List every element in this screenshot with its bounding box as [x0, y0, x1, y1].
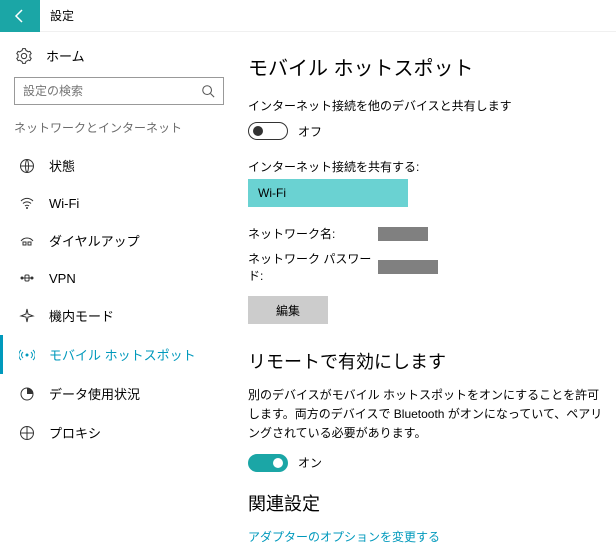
sidebar-item-wifi[interactable]: Wi-Fi — [0, 185, 238, 221]
main-content: モバイル ホットスポット インターネット接続を他のデバイスと共有します オフ イ… — [238, 32, 616, 551]
sidebar-item-vpn[interactable]: VPN — [0, 260, 238, 296]
sidebar-item-airplane[interactable]: 機内モード — [0, 296, 238, 335]
network-password-label: ネットワーク パスワード: — [248, 250, 378, 284]
home-button[interactable]: ホーム — [0, 46, 238, 77]
airplane-icon — [17, 308, 37, 324]
sidebar-item-hotspot[interactable]: モバイル ホットスポット — [0, 335, 238, 374]
sidebar-item-proxy[interactable]: プロキシ — [0, 413, 238, 452]
sidebar-item-label: Wi-Fi — [49, 196, 79, 211]
share-from-select[interactable]: Wi-Fi — [248, 179, 408, 207]
sidebar-item-label: プロキシ — [49, 423, 101, 442]
section-label: ネットワークとインターネット — [0, 119, 238, 146]
network-name-label: ネットワーク名: — [248, 225, 378, 242]
sidebar: ホーム ネットワークとインターネット 状態 Wi-Fi ダイヤルアップ VPN — [0, 32, 238, 551]
window-title: 設定 — [50, 7, 74, 24]
wifi-icon — [17, 195, 37, 211]
link-adapter-options[interactable]: アダプターのオプションを変更する — [248, 528, 606, 545]
back-button[interactable] — [0, 0, 40, 32]
remote-toggle[interactable] — [248, 454, 288, 472]
arrow-left-icon — [12, 8, 28, 24]
sidebar-item-label: 状態 — [49, 156, 75, 175]
gear-icon — [14, 48, 34, 64]
sidebar-item-label: データ使用状況 — [49, 384, 140, 403]
search-input-wrap[interactable] — [14, 77, 224, 105]
search-input[interactable] — [23, 84, 201, 98]
sidebar-item-dialup[interactable]: ダイヤルアップ — [0, 221, 238, 260]
edit-button[interactable]: 編集 — [248, 296, 328, 324]
proxy-icon — [17, 425, 37, 441]
search-icon — [201, 84, 215, 98]
share-description: インターネット接続を他のデバイスと共有します — [248, 97, 606, 114]
network-password-value — [378, 260, 438, 274]
remote-title: リモートで有効にします — [248, 348, 606, 374]
dialup-icon — [17, 233, 37, 249]
network-name-value — [378, 227, 428, 241]
sidebar-item-datausage[interactable]: データ使用状況 — [0, 374, 238, 413]
share-from-value: Wi-Fi — [258, 186, 286, 200]
remote-toggle-label: オン — [298, 454, 322, 471]
share-from-label: インターネット接続を共有する: — [248, 158, 606, 175]
globe-icon — [17, 158, 37, 174]
sidebar-item-label: VPN — [49, 271, 76, 286]
sidebar-item-label: ダイヤルアップ — [49, 231, 140, 250]
page-title: モバイル ホットスポット — [248, 52, 606, 81]
share-toggle-label: オフ — [298, 123, 322, 140]
home-label: ホーム — [46, 46, 85, 65]
vpn-icon — [17, 270, 37, 286]
sidebar-item-status[interactable]: 状態 — [0, 146, 238, 185]
remote-description: 別のデバイスがモバイル ホットスポットをオンにすることを許可します。両方のデバイ… — [248, 386, 606, 444]
data-icon — [17, 386, 37, 402]
share-toggle[interactable] — [248, 122, 288, 140]
related-title: 関連設定 — [248, 490, 606, 516]
sidebar-item-label: 機内モード — [49, 306, 114, 325]
hotspot-icon — [17, 347, 37, 363]
sidebar-item-label: モバイル ホットスポット — [49, 345, 196, 364]
title-bar: 設定 — [0, 0, 616, 32]
